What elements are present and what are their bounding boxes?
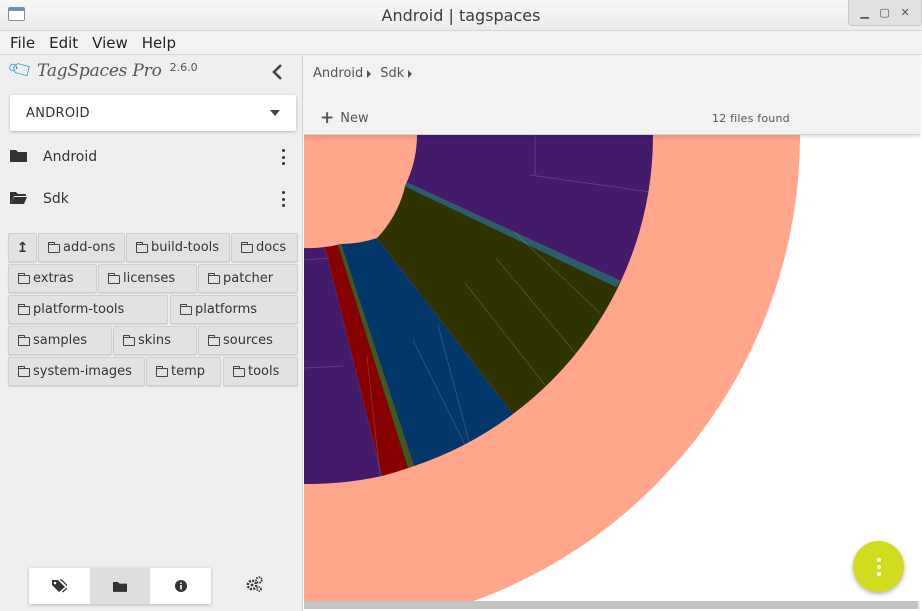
caret-down-icon xyxy=(270,110,280,116)
folder-icon xyxy=(108,273,120,284)
folder-icon xyxy=(156,366,168,377)
menu-help[interactable]: Help xyxy=(142,34,176,52)
sidebar: 🏷 TagSpaces Pro 2.6.0 ANDROID Android Sd… xyxy=(0,55,303,611)
subfolder-chip[interactable]: docs xyxy=(231,233,298,262)
folder-icon xyxy=(18,335,30,346)
folder-icon xyxy=(113,581,127,592)
caret-right-icon xyxy=(408,69,413,78)
subfolder-chip[interactable]: build-tools xyxy=(126,233,230,262)
folder-icon xyxy=(208,335,220,346)
plus-icon: + xyxy=(320,108,335,128)
subfolder-chip[interactable]: patcher xyxy=(198,264,298,293)
window-controls: ▁ ▢ ✕ xyxy=(848,0,922,26)
menubar: File Edit View Help xyxy=(0,31,922,55)
folder-icon xyxy=(136,242,148,253)
location-selector-value: ANDROID xyxy=(26,105,90,121)
tag-logo-icon: 🏷 xyxy=(5,55,37,85)
breadcrumb-item[interactable]: Android xyxy=(313,66,363,81)
level-up-icon: ↥ xyxy=(16,239,29,256)
info-icon xyxy=(174,580,187,592)
more-vert-icon[interactable] xyxy=(276,149,290,165)
more-vert-icon xyxy=(876,557,881,562)
subfolder-chip[interactable]: samples xyxy=(8,326,112,355)
brand-name: TagSpaces Pro xyxy=(37,61,162,81)
new-label: New xyxy=(340,110,369,126)
chevron-left-icon xyxy=(272,64,282,80)
subfolder-chip[interactable]: sources xyxy=(198,326,298,355)
sidebar-bottom-tabs xyxy=(29,568,211,604)
subfolder-chip[interactable]: platform-tools xyxy=(8,295,168,324)
files-count: 12 files found xyxy=(712,112,790,125)
scrollbar-thumb[interactable] xyxy=(304,601,918,609)
window-title: Android | tagspaces xyxy=(381,6,541,25)
tab-info[interactable] xyxy=(150,568,211,604)
folder-icon xyxy=(123,335,135,346)
collapse-sidebar-button[interactable] xyxy=(270,63,286,83)
sunburst-chart[interactable] xyxy=(304,135,920,601)
app-version: 2.6.0 xyxy=(169,60,198,74)
directory-label: Android xyxy=(43,149,98,165)
tab-tags[interactable] xyxy=(29,568,90,604)
folder-icon xyxy=(208,273,220,284)
close-icon[interactable]: ✕ xyxy=(900,7,909,18)
settings-button[interactable] xyxy=(245,576,263,597)
directory-item-sdk[interactable]: Sdk xyxy=(0,179,303,219)
folder-icon xyxy=(241,242,253,253)
folder-icon xyxy=(180,304,192,315)
folder-icon xyxy=(48,242,60,253)
subfolder-chip[interactable]: licenses xyxy=(98,264,197,293)
subfolder-chip[interactable]: add-ons xyxy=(38,233,125,262)
directory-label: Sdk xyxy=(43,191,69,207)
horizontal-scrollbar[interactable] xyxy=(304,601,920,609)
menu-edit[interactable]: Edit xyxy=(49,34,78,52)
fab-more-button[interactable] xyxy=(853,541,904,592)
parent-folder-button[interactable]: ↥ xyxy=(8,233,37,262)
more-vert-icon[interactable] xyxy=(276,191,290,207)
folder-icon xyxy=(233,366,245,377)
subfolder-chip[interactable]: extras xyxy=(8,264,97,293)
folder-icon xyxy=(18,273,30,284)
tab-folders[interactable] xyxy=(89,568,151,604)
folder-visualization xyxy=(304,135,920,601)
window-titlebar: Android | tagspaces ▁ ▢ ✕ xyxy=(0,0,922,31)
new-file-button[interactable]: + New xyxy=(320,108,369,128)
folder-icon xyxy=(10,150,27,162)
subfolder-chip[interactable]: skins xyxy=(113,326,197,355)
directory-item-android[interactable]: Android xyxy=(0,137,303,177)
minimize-icon[interactable]: ▁ xyxy=(860,7,868,18)
caret-right-icon xyxy=(367,69,372,78)
app-logo: 🏷 TagSpaces Pro 2.6.0 xyxy=(6,55,198,85)
gears-icon xyxy=(246,576,263,592)
folder-icon xyxy=(18,304,30,315)
tags-icon xyxy=(52,579,68,593)
subfolder-chip[interactable]: tools xyxy=(223,357,298,386)
folder-open-icon xyxy=(10,192,27,204)
subfolder-chip[interactable]: temp xyxy=(146,357,221,386)
location-selector[interactable]: ANDROID xyxy=(10,95,296,131)
breadcrumb-item[interactable]: Sdk xyxy=(380,66,404,81)
folder-icon xyxy=(18,366,30,377)
breadcrumb: Android Sdk xyxy=(313,66,421,81)
menu-view[interactable]: View xyxy=(92,34,128,52)
maximize-icon[interactable]: ▢ xyxy=(879,7,889,18)
subfolder-chip[interactable]: platforms xyxy=(170,295,298,324)
subfolder-chip[interactable]: system-images xyxy=(8,357,145,386)
folder-toolbar: Android Sdk + New 12 files found xyxy=(304,55,920,135)
menu-file[interactable]: File xyxy=(10,34,35,52)
